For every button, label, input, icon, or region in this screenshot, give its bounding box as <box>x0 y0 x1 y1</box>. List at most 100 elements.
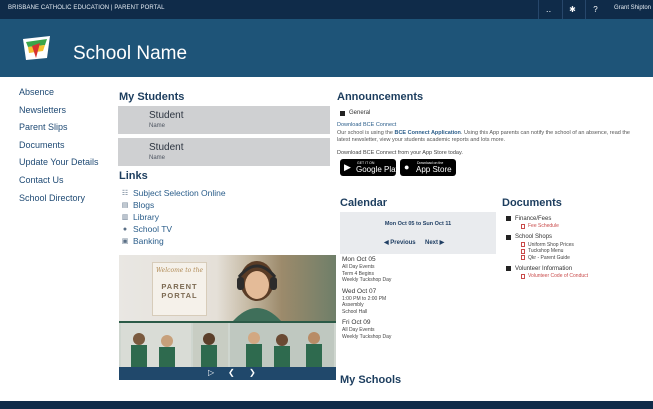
doc-file-label: Fee Schedule <box>528 223 559 229</box>
doc-folder: School Shops Uniform Shop Prices Tucksho… <box>506 233 646 262</box>
links-heading: Links <box>119 170 148 182</box>
folder-icon <box>506 266 511 271</box>
link-library[interactable]: ▥ Library <box>120 211 226 223</box>
pdf-icon <box>521 255 525 261</box>
pdf-icon <box>521 248 525 254</box>
event-day: Mon Oct 05 <box>342 256 376 263</box>
sidebar-item-absence[interactable]: Absence <box>19 86 109 104</box>
gear-icon[interactable]: ✱ <box>562 0 582 19</box>
tv-icon: ● <box>122 225 128 233</box>
doc-file-label: Qkr - Parent Guide <box>528 254 570 261</box>
folder-icon <box>506 234 511 240</box>
calendar-range: Mon Oct 05 to Sun Oct 11 <box>384 221 452 227</box>
link-blogs[interactable]: ▤ Blogs <box>120 199 226 211</box>
sidebar-nav: Absence Newsletters Parent Slips Documen… <box>19 86 109 209</box>
chevron-left-icon[interactable]: ❮ <box>228 368 235 377</box>
blog-icon: ▤ <box>121 202 129 209</box>
students-photo-strip <box>119 323 336 367</box>
event-day: Fri Oct 09 <box>342 319 371 326</box>
sidebar-item-contact-us[interactable]: Contact Us <box>19 174 109 192</box>
link-label: Banking <box>133 236 164 246</box>
event-line: School Hall <box>342 308 368 315</box>
google-play-button[interactable]: ▶ GET IT ON Google Play <box>340 159 400 176</box>
link-banking[interactable]: ▣ Banking <box>120 235 226 247</box>
apple-big-text: App Store <box>416 165 452 174</box>
documents-tree: Finance/Fees Fee Schedule School Shops U… <box>506 214 646 283</box>
pdf-icon <box>521 223 525 229</box>
school-name: School Name <box>73 43 188 64</box>
previous-week-button[interactable]: ◀ Previous <box>384 239 416 246</box>
announcement-category: General <box>340 110 370 116</box>
doc-folder-title[interactable]: Finance/Fees <box>506 214 646 223</box>
sidebar-item-parent-slips[interactable]: Parent Slips <box>19 121 109 139</box>
student-card[interactable]: Student Name <box>118 106 330 134</box>
link-label: Blogs <box>133 200 155 210</box>
my-schools-heading: My Schools <box>340 374 402 386</box>
pdf-icon <box>521 273 525 279</box>
parent-portal-title: PARENT PORTAL <box>153 282 206 300</box>
student-card[interactable]: Student Name <box>118 138 330 166</box>
folder-icon <box>506 216 511 221</box>
announcements-heading: Announcements <box>337 91 424 103</box>
calendar-events: Mon Oct 05 All Day Events Term 4 Begins … <box>342 256 492 344</box>
banking-icon: ▣ <box>121 238 129 245</box>
student-last-name: Name <box>149 155 166 161</box>
user-name[interactable]: Grant Shipton <box>614 5 651 11</box>
doc-folder: Finance/Fees Fee Schedule <box>506 214 646 230</box>
link-subject-selection[interactable]: ☷ Subject Selection Online <box>120 187 226 199</box>
link-label: Subject Selection Online <box>133 188 226 198</box>
school-crest-logo <box>23 36 50 60</box>
body-prefix: Our school is using the <box>337 130 395 136</box>
app-store-button[interactable]: ● Download on the App Store <box>400 159 456 176</box>
parent-portal-banner[interactable]: Welcome to the PARENT PORTAL ▷ ❮ ❯ <box>119 255 336 380</box>
event-day: Wed Oct 07 <box>342 287 377 295</box>
sidebar-item-update-details[interactable]: Update Your Details <box>19 156 109 174</box>
student-first-name: Student <box>149 110 184 121</box>
doc-folder-label: Volunteer Information <box>515 265 573 272</box>
play-store-icon: ▶ <box>344 162 351 172</box>
student-first-name: Student <box>149 142 184 153</box>
calendar-navigator: Mon Oct 05 to Sun Oct 11 ◀ Previous Next… <box>340 212 496 254</box>
my-students-heading: My Students <box>119 91 185 103</box>
event-line: Weekly Tuckshop Day <box>342 277 392 283</box>
next-week-button[interactable]: Next ▶ <box>425 239 444 246</box>
sidebar-item-school-directory[interactable]: School Directory <box>19 192 109 210</box>
banner-controls: ▷ ❮ ❯ <box>119 367 336 380</box>
link-label: School TV <box>133 224 173 234</box>
top-bar: BRISBANE CATHOLIC EDUCATION | PARENT POR… <box>0 0 653 19</box>
calendar-heading: Calendar <box>340 197 388 209</box>
doc-file-label: Volunteer Code of Conduct <box>528 273 589 279</box>
category-label: General <box>349 110 371 116</box>
calendar-event: Mon Oct 05 All Day Events Term 4 Begins … <box>342 256 492 284</box>
sidebar-item-documents[interactable]: Documents <box>19 139 109 157</box>
welcome-card: Welcome to the PARENT PORTAL <box>152 262 207 316</box>
sidebar-item-newsletters[interactable]: Newsletters <box>19 104 109 122</box>
student-last-name: Name <box>149 123 166 129</box>
documents-heading: Documents <box>502 197 562 209</box>
columns-icon: ☷ <box>121 190 129 197</box>
school-header: School Name <box>0 19 653 77</box>
text-size-icon[interactable]: ‥ <box>538 0 558 19</box>
announcement-title[interactable]: Download BCE Connect <box>337 122 396 128</box>
doc-folder-title[interactable]: School Shops <box>506 233 646 242</box>
doc-file-fee-schedule[interactable]: Fee Schedule <box>506 223 646 230</box>
pdf-icon <box>521 242 525 248</box>
doc-folder: Volunteer Information Volunteer Code of … <box>506 264 646 280</box>
library-icon: ▥ <box>121 214 129 221</box>
doc-folder-title[interactable]: Volunteer Information <box>506 264 646 273</box>
links-list: ☷ Subject Selection Online ▤ Blogs ▥ Lib… <box>120 187 226 247</box>
body-app-name: BCE Connect Application <box>394 130 461 136</box>
link-school-tv[interactable]: ● School TV <box>120 223 226 235</box>
doc-file-qkr-guide[interactable]: Qkr - Parent Guide <box>506 255 646 262</box>
download-line: Download BCE Connect from your App Store… <box>337 150 463 156</box>
parent-word: PARENT <box>161 282 198 291</box>
portal-word: PORTAL <box>161 291 198 300</box>
girl-with-headphones-image <box>233 261 281 321</box>
link-label: Library <box>133 212 159 222</box>
play-icon[interactable]: ▷ <box>208 368 214 377</box>
help-icon[interactable]: ? <box>585 0 605 19</box>
chevron-right-icon[interactable]: ❯ <box>249 368 256 377</box>
doc-file-volunteer-code[interactable]: Volunteer Code of Conduct <box>506 273 646 280</box>
google-big-text: Google Play <box>356 165 400 174</box>
doc-folder-label: School Shops <box>515 234 553 240</box>
